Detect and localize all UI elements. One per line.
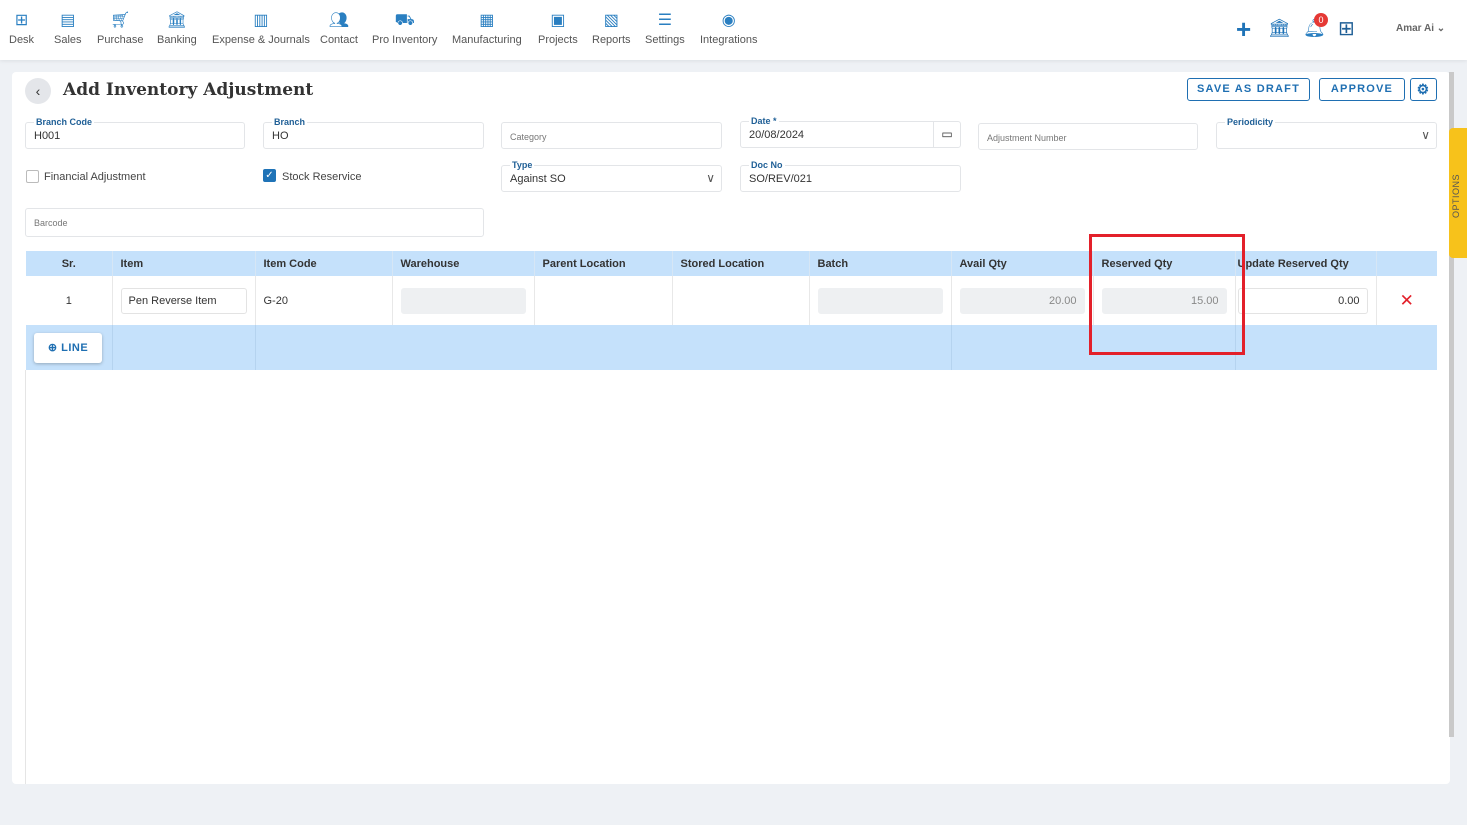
avail-qty-input: 20.00	[959, 287, 1085, 314]
barcode-field[interactable]: Barcode	[25, 208, 484, 237]
journal-icon: ▥	[253, 12, 269, 29]
cart-icon: 🛒︎	[110, 12, 131, 29]
user-menu[interactable]: Amar Ai ⌄	[1396, 23, 1445, 34]
branch-code-field[interactable]: Branch Code H001	[25, 117, 245, 149]
chevron-down-icon: ∨	[1421, 128, 1430, 142]
col-update-reserved-qty: Update Reserved Qty	[1235, 251, 1377, 276]
nav-manufacturing[interactable]: ▦ Manufacturing	[452, 10, 522, 46]
notification-badge: 0	[1314, 13, 1328, 27]
nav-expense-journals[interactable]: ▥ Expense & Journals	[212, 10, 310, 46]
col-avail-qty: Avail Qty	[951, 251, 1094, 276]
category-field[interactable]: Category	[501, 122, 722, 149]
stock-reservice-checkbox[interactable]: ✓	[263, 169, 276, 182]
nav-banking[interactable]: 🏛︎ Banking	[157, 10, 197, 46]
settings-sliders-icon: ☰	[657, 12, 673, 29]
nav-settings[interactable]: ☰ Settings	[645, 10, 685, 46]
plus-icon[interactable]: +	[1236, 14, 1251, 44]
chevron-left-icon: ‹	[35, 83, 41, 99]
gear-icon: ⚙	[1416, 81, 1431, 97]
table-border	[25, 370, 26, 784]
main-card	[12, 72, 1450, 784]
doc-no-field[interactable]: Doc No SO/REV/021	[740, 160, 961, 192]
integrations-icon: ◉	[721, 12, 736, 29]
periodicity-select[interactable]: Periodicity ∨	[1216, 117, 1437, 149]
col-warehouse: Warehouse	[392, 251, 535, 276]
chevron-down-icon: ∨	[706, 171, 715, 185]
bank-transfer-icon[interactable]: 🏛︎	[1268, 18, 1291, 39]
sales-icon: ▤	[60, 12, 76, 29]
nav-reports[interactable]: ▧ Reports	[592, 10, 631, 46]
delete-row-icon[interactable]: ✕	[1376, 276, 1437, 325]
type-select[interactable]: Type Against SO ∨	[501, 160, 722, 192]
projects-icon: ▣	[550, 12, 566, 29]
inventory-icon: ⛟	[394, 12, 415, 29]
calendar-icon[interactable]: ▭	[933, 122, 960, 147]
highlight-box	[1089, 234, 1245, 355]
stock-reservice-label: Stock Reservice	[282, 171, 362, 183]
financial-adjustment-checkbox[interactable]	[26, 170, 39, 183]
nav-projects[interactable]: ▣ Projects	[538, 10, 578, 46]
desk-icon: ⊞	[14, 12, 29, 29]
batch-input[interactable]	[817, 287, 943, 314]
bank-icon: 🏛︎	[166, 12, 188, 29]
col-item-code: Item Code	[255, 251, 393, 276]
settings-button[interactable]: ⚙	[1410, 78, 1437, 101]
col-parent-location: Parent Location	[534, 251, 673, 276]
col-sr: Sr.	[26, 251, 113, 276]
adjustment-number-field[interactable]: Adjustment Number	[978, 123, 1198, 150]
contact-icon: 👥︎	[328, 12, 350, 29]
nav-desk[interactable]: ⊞ Desk	[9, 10, 34, 46]
nav-contact[interactable]: 👥︎ Contact	[320, 10, 358, 46]
nav-purchase[interactable]: 🛒︎ Purchase	[97, 10, 143, 46]
back-button[interactable]: ‹	[25, 78, 51, 104]
financial-adjustment-label: Financial Adjustment	[44, 171, 146, 183]
stored-location-cell	[672, 276, 810, 325]
nav-sales[interactable]: ▤ Sales	[54, 10, 82, 46]
top-navigation: ⊞ Desk ▤ Sales 🛒︎ Purchase 🏛︎ Banking ▥ Expen…	[0, 0, 1467, 60]
col-stored-location: Stored Location	[672, 251, 810, 276]
add-line-button[interactable]: ⊕ LINE	[34, 332, 102, 363]
warehouse-input[interactable]	[400, 287, 526, 314]
col-actions	[1376, 251, 1437, 276]
date-field[interactable]: Date * 20/08/2024 ▭	[740, 116, 961, 148]
item-code: G-20	[255, 276, 393, 325]
page-title: Add Inventory Adjustment	[63, 80, 314, 100]
nav-pro-inventory[interactable]: ⛟ Pro Inventory	[372, 10, 437, 46]
item-input[interactable]: Pen Reverse Item	[120, 287, 247, 314]
plus-circle-icon: ⊕	[47, 341, 58, 354]
factory-icon: ▦	[479, 12, 495, 29]
col-item: Item	[112, 251, 256, 276]
row-sr: 1	[26, 276, 113, 325]
chevron-down-icon: ⌄	[1436, 23, 1446, 34]
update-reserved-qty-input[interactable]: 0.00	[1237, 287, 1368, 314]
save-as-draft-button[interactable]: SAVE AS DRAFT	[1187, 78, 1310, 101]
branch-field[interactable]: Branch HO	[263, 117, 484, 149]
nav-integrations[interactable]: ◉ Integrations	[700, 10, 757, 46]
reports-icon: ▧	[603, 12, 619, 29]
apps-grid-icon[interactable]: ⊞	[1338, 18, 1355, 40]
col-batch: Batch	[809, 251, 952, 276]
options-tab[interactable]: OPTIONS	[1449, 128, 1467, 258]
approve-button[interactable]: APPROVE	[1319, 78, 1405, 101]
parent-location-cell	[534, 276, 673, 325]
